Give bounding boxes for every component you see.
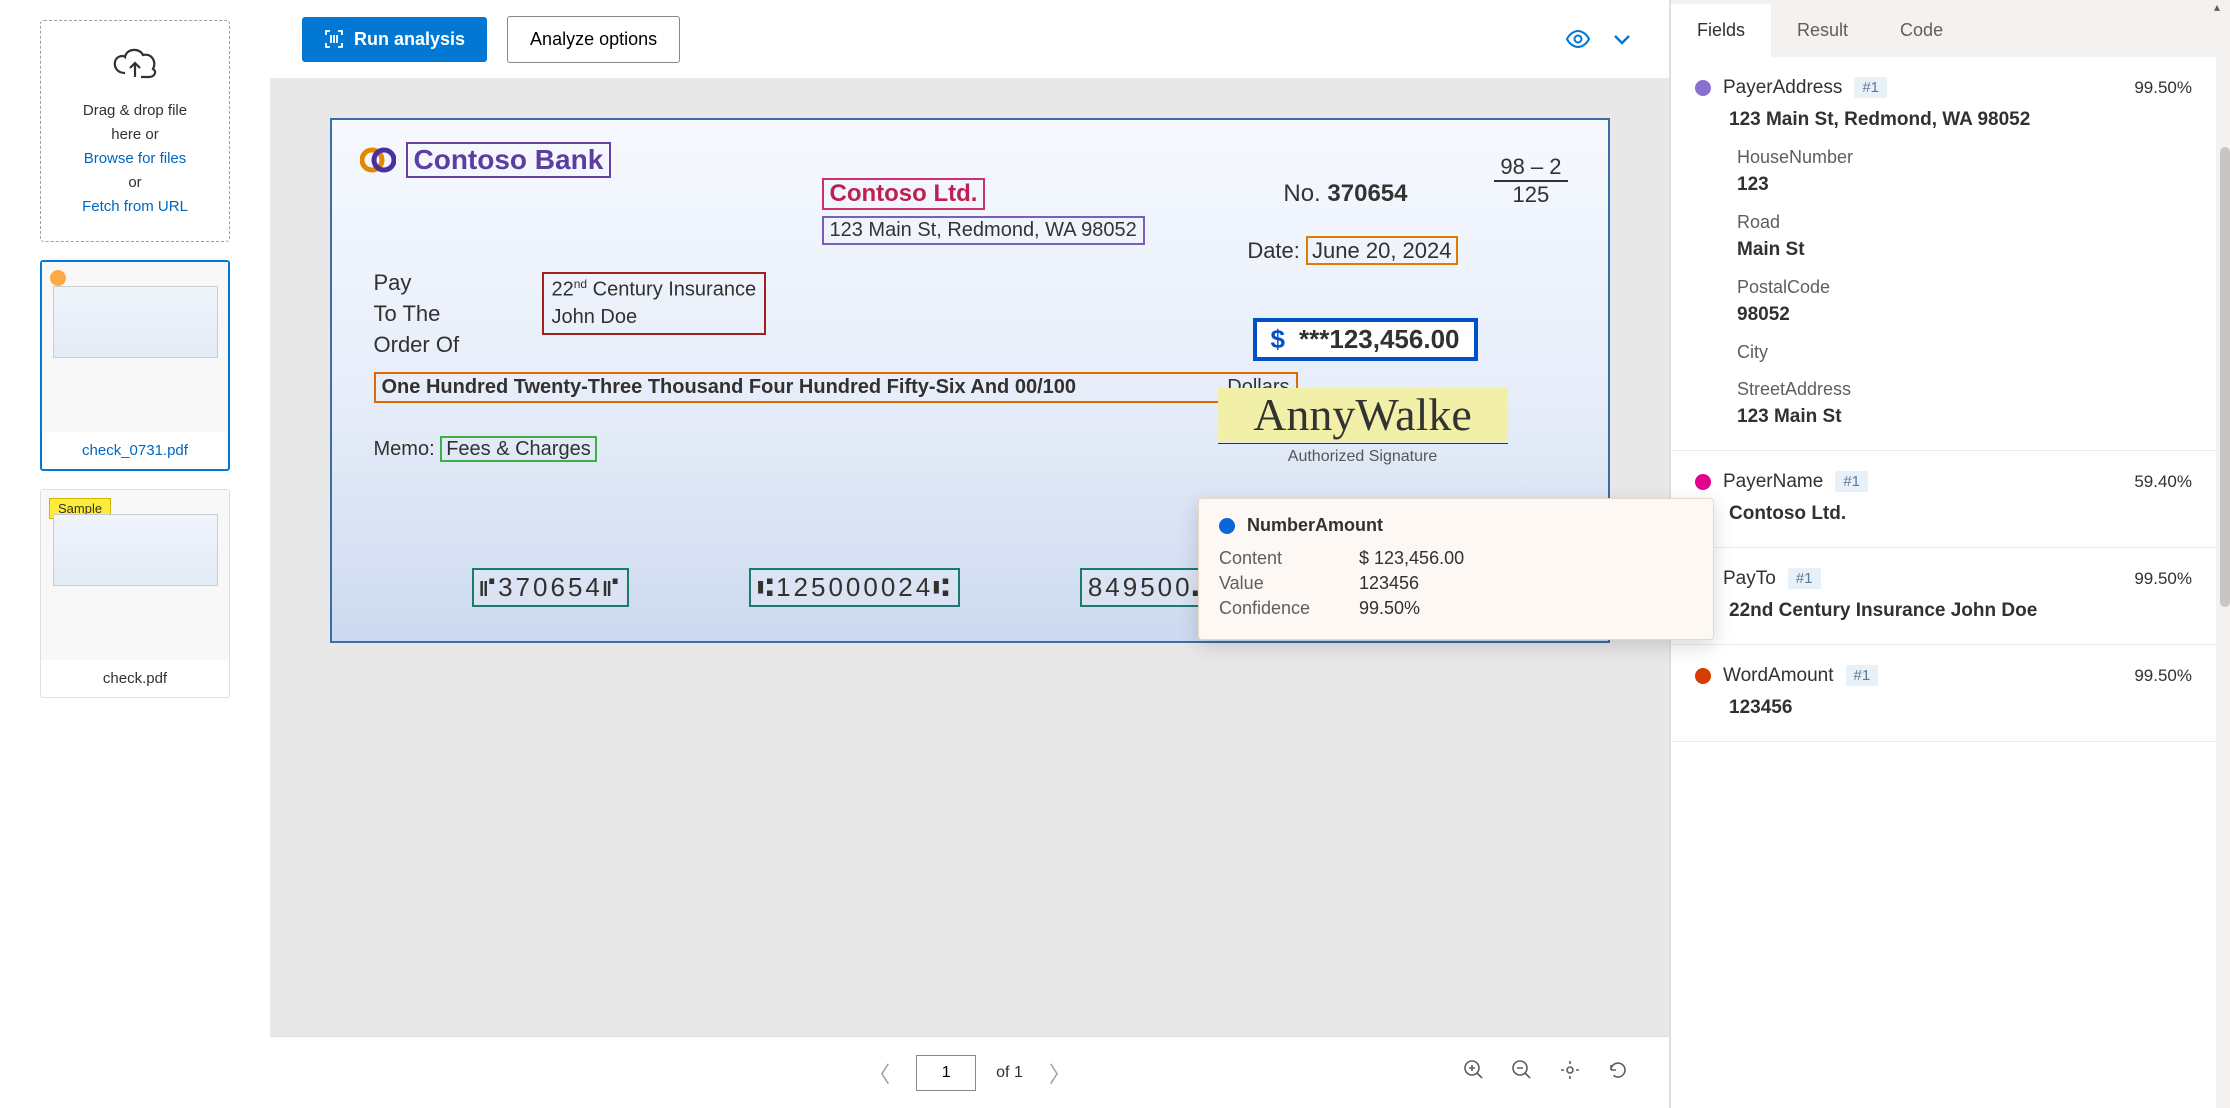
check-date: Date: June 20, 2024 [1247,238,1457,264]
color-dot-icon [1695,668,1711,684]
field-box-micr-2[interactable]: ⑆125000024⑆ [749,568,959,607]
field-value: 123 Main St, Redmond, WA 98052 [1729,109,2192,131]
bank-logo-icon [360,142,396,178]
thumbnail-check-0731[interactable]: check_0731.pdf [40,260,230,471]
thumbnail-label: check_0731.pdf [42,432,228,469]
field-item[interactable]: PayTo #1 99.50% 22nd Century Insurance John… [1671,548,2216,645]
field-value: 123456 [1729,697,2192,719]
field-name: WordAmount [1723,665,1834,687]
field-name: PayerName [1723,471,1823,493]
drop-or: or [128,174,141,191]
subfield-value: 123 [1737,174,2192,196]
main-toolbar: Run analysis Analyze options [270,0,1669,78]
field-box-pay-to[interactable]: 22nd Century Insurance John Doe [542,272,767,335]
field-tooltip: NumberAmount Content$ 123,456.00Value123… [1198,498,1714,640]
field-box-memo[interactable]: Fees & Charges [440,436,597,462]
field-box-payer-address[interactable]: 123 Main St, Redmond, WA 98052 [822,216,1145,245]
subfield-key: StreetAddress [1737,379,2192,400]
field-name: PayerAddress [1723,77,1842,99]
thumbnail-check-sample[interactable]: Sample check.pdf [40,489,230,698]
tooltip-title: NumberAmount [1247,515,1383,536]
tooltip-val: 123456 [1359,573,1419,594]
subfield-key: City [1737,342,2192,363]
page-input[interactable] [916,1055,976,1091]
fetch-url-link[interactable]: Fetch from URL [82,198,188,215]
color-dot-icon [1219,518,1235,534]
field-item[interactable]: PayerAddress #1 99.50% 123 Main St, Redmond… [1671,57,2216,451]
tooltip-key: Content [1219,548,1359,569]
subfield-value: Main St [1737,239,2192,261]
pager-bar: 〈 of 1 〉 [270,1036,1669,1108]
results-panel: Fields Result Code PayerAddress #1 99.50% 1… [1670,0,2230,1108]
field-item[interactable]: WordAmount #1 99.50% 123456 [1671,645,2216,742]
field-badge: #1 [1846,665,1879,686]
subfield-value: 123 Main St [1737,406,2192,428]
field-box-word-amount[interactable]: One Hundred Twenty-Three Thousand Four H… [374,372,1298,403]
page-total: of 1 [996,1064,1023,1082]
field-confidence: 99.50% [2134,666,2192,686]
field-confidence: 99.50% [2134,78,2192,98]
drop-zone[interactable]: Drag & drop file here or Browse for file… [40,20,230,242]
tooltip-key: Value [1219,573,1359,594]
cloud-upload-icon [111,45,159,81]
analyze-options-button[interactable]: Analyze options [507,16,680,63]
memo-line: Memo: Fees & Charges [374,438,597,461]
field-item[interactable]: PayerName #1 59.40% Contoso Ltd. [1671,451,2216,548]
zoom-in-icon[interactable] [1463,1059,1485,1086]
next-page-button[interactable]: 〉 [1043,1057,1077,1089]
field-box-payer-name[interactable]: Contoso Ltd. [822,178,986,210]
field-value: Contoso Ltd. [1729,503,2192,525]
tab-fields[interactable]: Fields [1671,4,1771,57]
file-sidebar: Drag & drop file here or Browse for file… [0,0,270,1108]
field-confidence: 59.40% [2134,472,2192,492]
prev-page-button[interactable]: 〈 [862,1057,896,1089]
tooltip-key: Confidence [1219,598,1359,619]
tab-result[interactable]: Result [1771,4,1874,57]
bank-name: Contoso Bank [406,142,612,178]
field-confidence: 99.50% [2134,569,2192,589]
scan-icon [324,29,344,49]
fit-icon[interactable] [1559,1059,1581,1086]
field-value: 22nd Century Insurance John Doe [1729,600,2192,622]
tab-code[interactable]: Code [1874,4,1969,57]
status-dot-icon [50,270,66,286]
visibility-icon[interactable] [1563,24,1593,54]
field-box-number-amount[interactable]: $***123,456.00 [1253,318,1478,361]
pay-to-label: PayTo TheOrder Of [374,268,460,360]
tooltip-val: 99.50% [1359,598,1420,619]
subfield-key: PostalCode [1737,277,2192,298]
browse-link[interactable]: Browse for files [84,150,187,167]
signature-block: AnnyWalke Authorized Signature [1218,388,1508,466]
field-box-micr-1[interactable]: ⑈370654⑈ [472,568,630,607]
field-box-date[interactable]: June 20, 2024 [1306,236,1457,265]
thumbnail-label: check.pdf [41,660,229,697]
scrollbar[interactable] [2216,57,2230,1108]
zoom-out-icon[interactable] [1511,1059,1533,1086]
run-analysis-button[interactable]: Run analysis [302,17,487,62]
subfield-key: Road [1737,212,2192,233]
field-badge: #1 [1788,568,1821,589]
field-name: PayTo [1723,568,1776,590]
color-dot-icon [1695,474,1711,490]
subfield-value: 98052 [1737,304,2192,326]
field-box-signature[interactable]: AnnyWalke [1218,388,1508,441]
field-badge: #1 [1854,77,1887,98]
rotate-icon[interactable] [1607,1059,1629,1086]
tooltip-val: $ 123,456.00 [1359,548,1464,569]
drop-text-2: here or [111,126,159,143]
drop-text-1: Drag & drop file [83,102,187,119]
color-dot-icon [1695,80,1711,96]
chevron-down-icon[interactable] [1607,24,1637,54]
check-number: No. 370654 [1283,180,1407,208]
panel-tabs: Fields Result Code [1671,0,2230,57]
field-badge: #1 [1835,471,1868,492]
routing-fraction: 98 – 2 125 [1494,154,1567,208]
subfield-key: HouseNumber [1737,147,2192,168]
